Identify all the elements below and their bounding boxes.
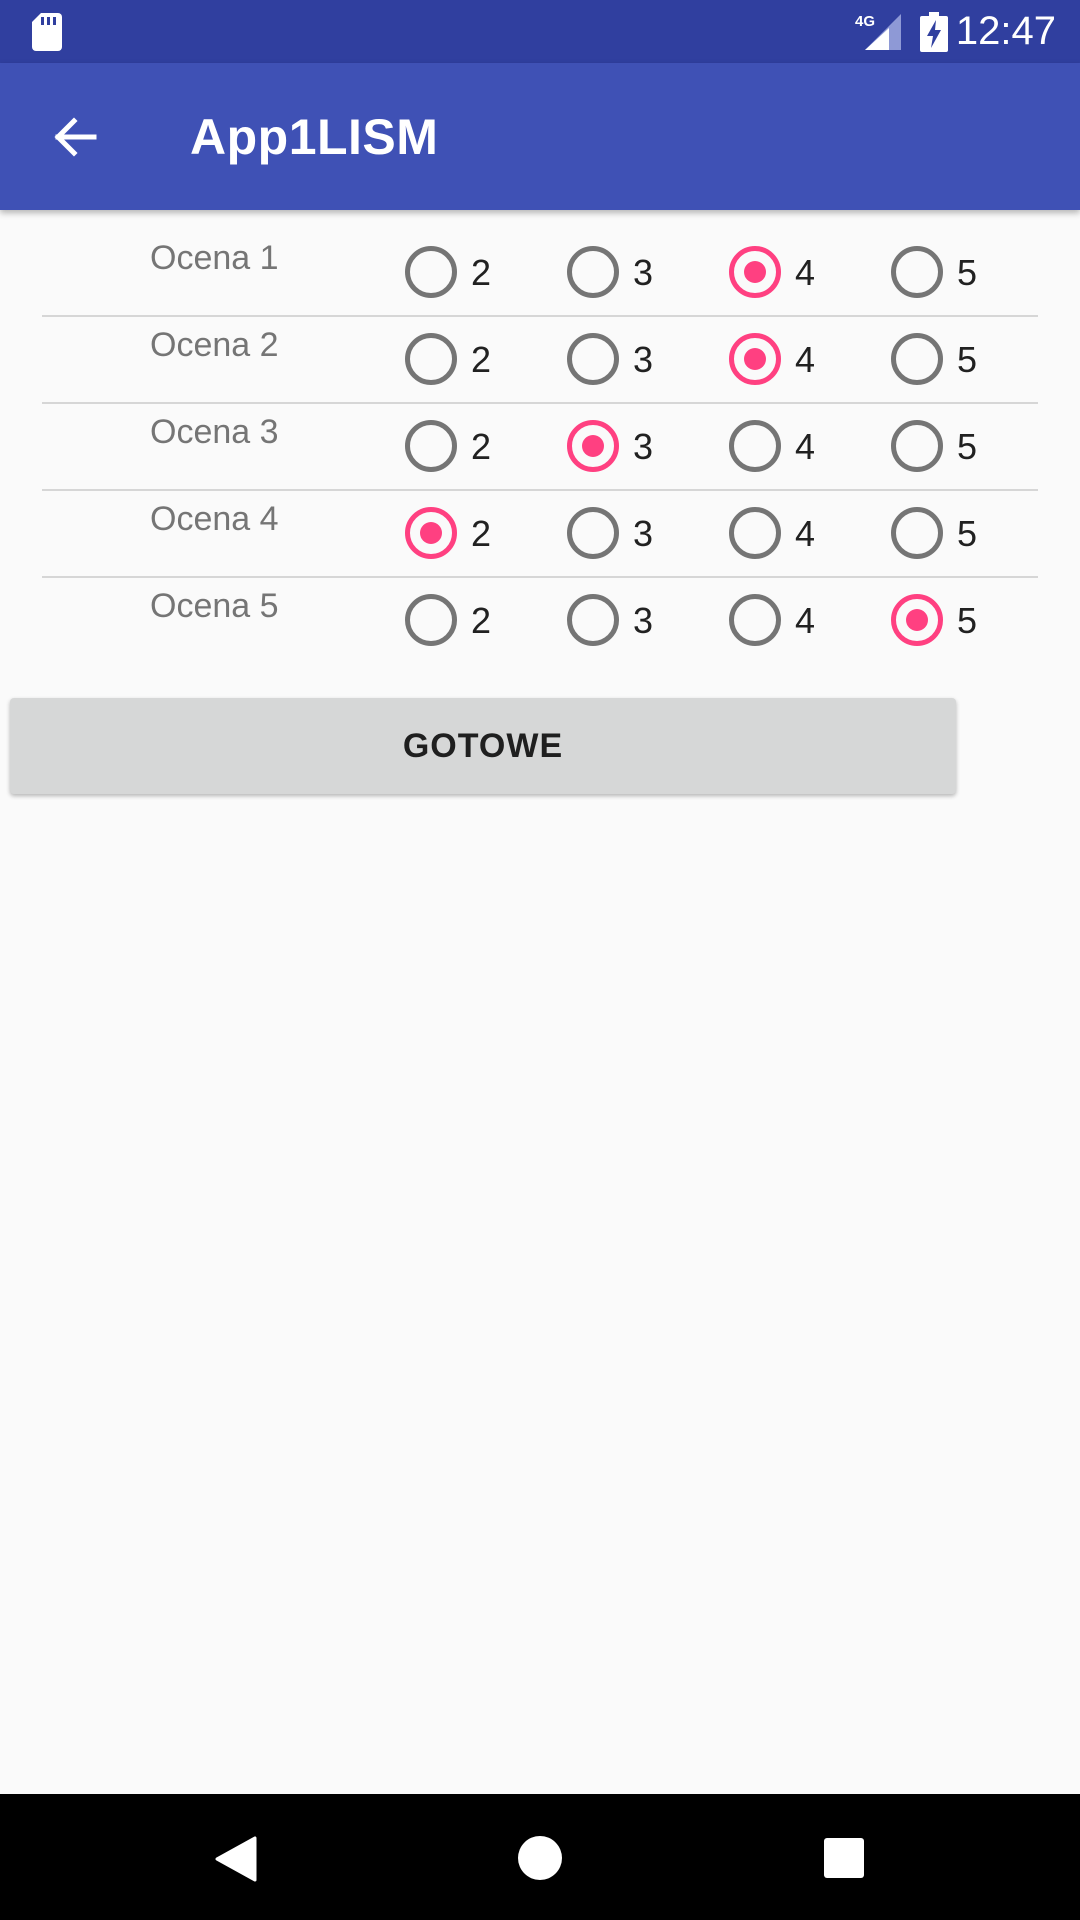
radio-unchecked-icon (891, 246, 943, 298)
nav-home-icon[interactable] (518, 1836, 562, 1880)
radio-unchecked-icon (405, 246, 457, 298)
radio-option-label: 4 (795, 339, 816, 380)
rating-radio-option[interactable]: 3 (567, 418, 697, 474)
rating-radio-option[interactable]: 5 (891, 331, 1021, 387)
rating-radio-option[interactable]: 3 (567, 244, 697, 300)
radio-checked-icon (567, 420, 619, 472)
radio-option-label: 4 (795, 600, 816, 641)
rating-row: Ocena 2 2 3 4 5 (0, 307, 1080, 404)
rating-row: Ocena 5 2 3 4 5 (0, 568, 1080, 655)
radio-option-label: 3 (633, 600, 654, 641)
nav-recents-icon[interactable] (824, 1838, 864, 1878)
radio-checked-icon (405, 507, 457, 559)
rating-row-label: Ocena 4 (150, 500, 279, 538)
rating-radio-option[interactable]: 2 (405, 505, 535, 561)
rating-radio-option[interactable]: 5 (891, 418, 1021, 474)
radio-option-label: 5 (957, 513, 978, 554)
radio-unchecked-icon (891, 507, 943, 559)
radio-option-label: 2 (471, 339, 492, 380)
arrow-back-icon[interactable] (48, 111, 100, 163)
radio-checked-icon (729, 333, 781, 385)
rating-radio-option[interactable]: 4 (729, 418, 859, 474)
radio-option-label: 5 (957, 426, 978, 467)
status-clock: 12:47 (955, 9, 1056, 53)
radio-option-label: 4 (795, 252, 816, 293)
radio-option-label: 2 (471, 252, 492, 293)
radio-unchecked-icon (729, 594, 781, 646)
rating-radio-option[interactable]: 2 (405, 592, 535, 648)
radio-option-label: 5 (957, 600, 978, 641)
radio-option-label: 3 (633, 252, 654, 293)
rating-row-label: Ocena 2 (150, 326, 279, 364)
rating-radio-option[interactable]: 4 (729, 592, 859, 648)
radio-unchecked-icon (729, 507, 781, 559)
radio-unchecked-icon (567, 507, 619, 559)
ratings-list: Ocena 1 2 3 4 5 Ocena 2 2 3 4 5 Ocena 3 2 3 4 5 Ocena 4… (0, 220, 1080, 655)
radio-option-label: 5 (957, 252, 978, 293)
rating-radio-option[interactable]: 2 (405, 331, 535, 387)
rating-radio-option[interactable]: 3 (567, 505, 697, 561)
radio-unchecked-icon (567, 594, 619, 646)
rating-row-label: Ocena 5 (150, 587, 279, 625)
rating-radio-option[interactable]: 4 (729, 505, 859, 561)
radio-option-label: 5 (957, 339, 978, 380)
radio-option-label: 3 (633, 426, 654, 467)
rating-row: Ocena 3 2 3 4 5 (0, 394, 1080, 491)
status-bar: 4G 12:47 (0, 0, 1080, 63)
rating-radio-option[interactable]: 3 (567, 331, 697, 387)
radio-option-label: 3 (633, 339, 654, 380)
sd-card-icon (32, 13, 62, 51)
rating-row: Ocena 4 2 3 4 5 (0, 481, 1080, 578)
page-title: App1LISM (190, 109, 439, 165)
radio-option-label: 2 (471, 600, 492, 641)
rating-radio-option[interactable]: 5 (891, 592, 1021, 648)
radio-unchecked-icon (405, 594, 457, 646)
navigation-bar (0, 1794, 1080, 1920)
rating-radio-option[interactable]: 4 (729, 331, 859, 387)
radio-option-label: 2 (471, 426, 492, 467)
rating-radio-option[interactable]: 5 (891, 244, 1021, 300)
radio-unchecked-icon (729, 420, 781, 472)
battery-charging-icon (920, 12, 948, 52)
radio-option-label: 4 (795, 426, 816, 467)
rating-row-label: Ocena 3 (150, 413, 279, 451)
radio-option-label: 2 (471, 513, 492, 554)
rating-radio-option[interactable]: 2 (405, 418, 535, 474)
radio-checked-icon (891, 594, 943, 646)
radio-unchecked-icon (567, 246, 619, 298)
app-bar: App1LISM (0, 63, 1080, 210)
rating-row: Ocena 1 2 3 4 5 (0, 220, 1080, 317)
rating-radio-option[interactable]: 5 (891, 505, 1021, 561)
signal-icon: 4G (855, 13, 901, 50)
network-label: 4G (855, 13, 875, 30)
radio-checked-icon (729, 246, 781, 298)
rating-radio-option[interactable]: 3 (567, 592, 697, 648)
radio-option-label: 4 (795, 513, 816, 554)
nav-back-icon[interactable] (215, 1836, 257, 1882)
radio-option-label: 3 (633, 513, 654, 554)
radio-unchecked-icon (567, 333, 619, 385)
rating-radio-option[interactable]: 4 (729, 244, 859, 300)
radio-unchecked-icon (405, 333, 457, 385)
rating-row-label: Ocena 1 (150, 239, 279, 277)
rating-radio-option[interactable]: 2 (405, 244, 535, 300)
radio-unchecked-icon (405, 420, 457, 472)
done-button[interactable]: GOTOWE (10, 698, 956, 794)
radio-unchecked-icon (891, 333, 943, 385)
radio-unchecked-icon (891, 420, 943, 472)
